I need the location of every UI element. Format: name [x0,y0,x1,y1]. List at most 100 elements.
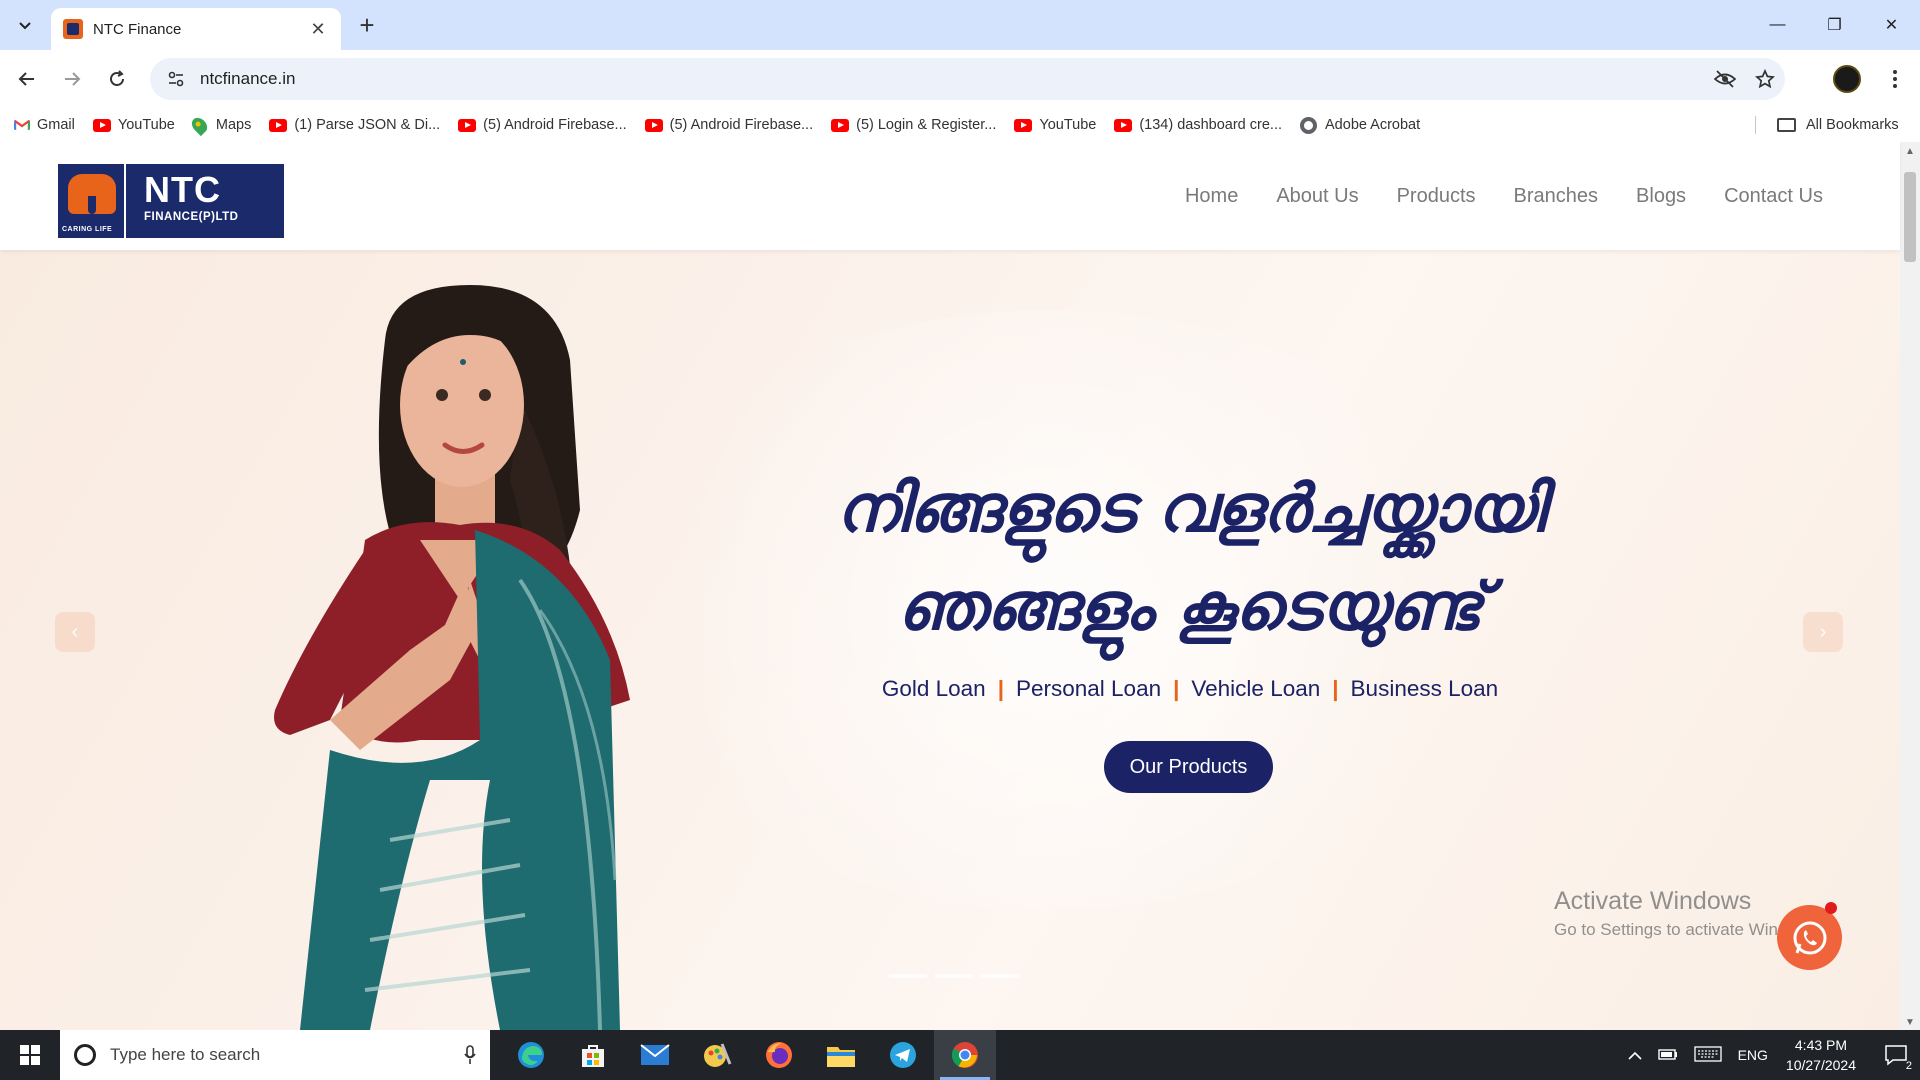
bookmark-label: (5) Android Firebase... [669,117,814,133]
tune-icon [168,71,184,87]
scroll-down-icon[interactable]: ▼ [1905,1017,1915,1028]
youtube-icon [269,118,288,132]
bookmark-youtube-2[interactable]: YouTube [1014,117,1096,133]
bookmark-label: YouTube [1039,117,1097,133]
bookmark-label: (1) Parse JSON & Di... [294,117,441,133]
tab-close-button[interactable]: ✕ [307,19,329,40]
cortana-icon [74,1044,96,1066]
hero-headline-line-2: ഞങ്ങളും കൂടെയുണ്ട് [897,568,1483,645]
nav-home[interactable]: Home [1185,185,1238,208]
new-tab-button[interactable]: + [352,10,382,40]
edge-taskbar-icon[interactable] [500,1030,562,1080]
taskbar-search[interactable]: Type here to search [60,1030,490,1080]
globe-icon [1300,116,1318,134]
bookmark-android-firebase-2[interactable]: (5) Android Firebase... [644,117,814,133]
site-info-button[interactable] [156,58,196,100]
address-bar[interactable]: ntcfinance.in [150,58,1785,100]
paint-taskbar-icon[interactable] [686,1030,748,1080]
watermark-title: Activate Windows [1554,887,1752,915]
window-controls: — ❐ ✕ [1749,0,1920,50]
all-bookmarks-label: All Bookmarks [1806,117,1899,133]
bookmark-maps[interactable]: Maps [188,114,252,136]
carousel-indicator[interactable] [889,974,927,978]
reload-button[interactable] [100,62,134,96]
bookmark-youtube[interactable]: YouTube [92,117,175,133]
loan-personal: Personal Loan [1015,676,1162,701]
chevron-left-icon: ‹ [71,620,79,643]
minimize-button[interactable]: — [1749,0,1806,50]
bookmark-label: Adobe Acrobat [1325,117,1421,133]
youtube-icon [644,118,663,132]
chevron-down-icon [19,22,31,30]
chrome-taskbar-icon[interactable] [934,1030,996,1080]
bookmark-parse-json[interactable]: (1) Parse JSON & Di... [269,117,440,133]
carousel-indicator[interactable] [981,974,1019,978]
loan-separator: | [997,676,1004,701]
our-products-button[interactable]: Our Products [1104,741,1273,793]
nav-contact-us[interactable]: Contact Us [1724,185,1823,208]
restore-button[interactable]: ❐ [1806,0,1863,50]
start-button[interactable] [0,1030,60,1080]
bookmark-adobe-acrobat[interactable]: Adobe Acrobat [1300,116,1421,134]
eye-off-icon[interactable] [1705,70,1745,88]
clock-time: 4:43 PM [1794,1037,1848,1053]
taskbar-search-placeholder: Type here to search [110,1045,261,1064]
mail-taskbar-icon[interactable] [624,1030,686,1080]
bookmark-gmail[interactable]: Gmail [14,117,75,133]
file-explorer-taskbar-icon[interactable] [810,1030,872,1080]
telegram-taskbar-icon[interactable] [872,1030,934,1080]
taskbar-clock[interactable]: 4:43 PM 10/27/2024 [1786,1035,1856,1075]
microphone-icon[interactable] [450,1045,490,1065]
nav-blogs[interactable]: Blogs [1636,185,1686,208]
site-header: CARING LIFE NTC FINANCE(P)LTD Home About… [0,142,1900,250]
profile-avatar[interactable] [1833,65,1861,93]
site-logo[interactable]: CARING LIFE NTC FINANCE(P)LTD [58,164,284,238]
windows-taskbar: Type here to search ENG 4:43 PM 10/27/20… [0,1030,1920,1080]
carousel-prev-button[interactable]: ‹ [55,612,95,652]
scroll-thumb[interactable] [1904,172,1916,262]
close-window-button[interactable]: ✕ [1863,0,1920,50]
whatsapp-chat-button[interactable] [1777,905,1842,970]
elephant-logo-icon: CARING LIFE [58,164,126,238]
windows-logo-icon [20,1045,40,1065]
loan-types: Gold Loan | Personal Loan | Vehicle Loan… [760,676,1620,702]
notification-icon [1885,1045,1907,1066]
all-bookmarks-button[interactable]: All Bookmarks [1757,108,1899,142]
main-nav: Home About Us Products Branches Blogs Co… [1147,142,1823,250]
browser-menu-button[interactable] [1880,62,1910,96]
bookmark-dashboard[interactable]: (134) dashboard cre... [1114,117,1282,133]
bookmark-login-register[interactable]: (5) Login & Register... [831,117,996,133]
page-scrollbar[interactable]: ▲ ▼ [1900,142,1920,1030]
nav-products[interactable]: Products [1397,185,1476,208]
keyboard-icon[interactable] [1693,1045,1722,1065]
action-center-button[interactable]: 2 [1872,1030,1920,1080]
nav-branches[interactable]: Branches [1514,185,1599,208]
nav-about-us[interactable]: About Us [1276,185,1358,208]
tab-search-button[interactable] [10,10,40,40]
firefox-taskbar-icon[interactable] [748,1030,810,1080]
arrow-right-icon [65,72,81,86]
language-indicator[interactable]: ENG [1738,1047,1768,1063]
store-taskbar-icon[interactable] [562,1030,624,1080]
browser-tab-active[interactable]: NTC Finance ✕ [51,8,341,50]
page-viewport: CARING LIFE NTC FINANCE(P)LTD Home About… [0,142,1920,1030]
bookmark-star-icon[interactable] [1745,69,1785,89]
url-text: ntcfinance.in [200,69,296,88]
battery-icon[interactable] [1657,1047,1678,1064]
scroll-up-icon[interactable]: ▲ [1905,146,1915,157]
hero-carousel: നിങ്ങളുടെ വളർച്ചയ്ക്കായി ഞങ്ങളും കൂടെയുണ… [0,250,1900,1030]
back-button[interactable] [10,62,44,96]
bookmark-label: Maps [215,117,252,133]
maps-icon [188,114,210,136]
forward-button[interactable] [55,62,89,96]
carousel-indicators [885,974,1023,978]
chevron-up-icon[interactable] [1628,1047,1642,1063]
loan-business: Business Loan [1350,676,1499,701]
system-tray: ENG 4:43 PM 10/27/2024 2 [1612,1030,1920,1080]
bookmark-label: Gmail [37,117,75,133]
bookmark-android-firebase-1[interactable]: (5) Android Firebase... [458,117,627,133]
notification-badge [1825,902,1837,914]
arrow-left-icon [18,72,34,86]
carousel-indicator[interactable] [935,974,973,978]
carousel-next-button[interactable]: › [1803,612,1843,652]
